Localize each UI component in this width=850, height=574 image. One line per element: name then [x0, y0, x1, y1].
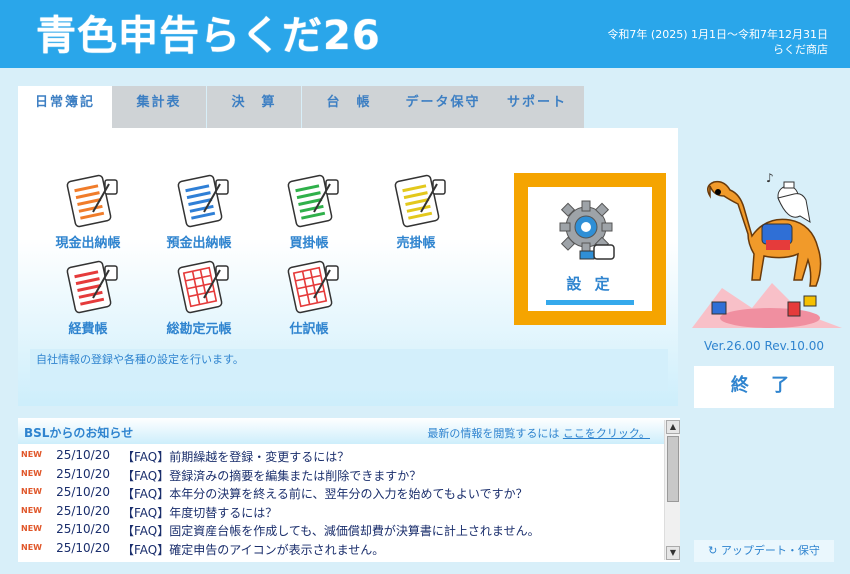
exit-button[interactable]: 終 了: [694, 366, 834, 408]
news-date: 25/10/20: [56, 466, 110, 481]
ledger-receivable[interactable]: 売掛帳: [366, 172, 466, 252]
daily-bookkeeping-panel: 現金出納帳 預金出納帳 買掛帳 売掛帳 経費帳 総勘定元帳 仕訳帳 設 定 自社…: [18, 128, 678, 406]
orange-ledger-icon: [66, 174, 118, 228]
ledger-cash[interactable]: 現金出納帳: [38, 172, 138, 252]
tab-daily-bookkeeping[interactable]: 日常簿記: [18, 86, 112, 128]
news-date: 25/10/20: [56, 485, 110, 499]
news-header: BSLからのお知らせ 最新の情報を閲覧するには ここをクリック。: [18, 418, 680, 444]
ledger-expenses[interactable]: 経費帳: [38, 258, 138, 338]
ledger-label: 経費帳: [68, 322, 108, 337]
company-name: らくだ商店: [773, 43, 828, 56]
news-scrollbar[interactable]: ▲ ▼: [664, 420, 680, 560]
ledger-journal[interactable]: 仕訳帳: [259, 258, 359, 338]
new-badge: NEW: [21, 468, 42, 478]
tab-support[interactable]: サポート: [490, 86, 584, 128]
ledger-label: 売掛帳: [396, 236, 436, 251]
news-list: NEW 25/10/20 【FAQ】前期繰越を登録・変更するには？ NEW 25…: [18, 446, 662, 557]
new-badge: NEW: [21, 524, 42, 533]
update-maintenance-button[interactable]: ↻ アップデート・保守: [694, 540, 834, 562]
news-text: 【FAQ】確定申告のアイコンが表示されません。: [122, 542, 385, 557]
news-text: 【FAQ】固定資産台帳を作成しても、減価償却費が決算書に計上されません。: [122, 524, 540, 538]
scroll-up-arrow-icon[interactable]: ▲: [666, 420, 680, 434]
news-item[interactable]: NEW 25/10/20 【FAQ】登録済みの摘要を編集または削除できますか？: [18, 465, 662, 484]
fiscal-period: 令和7年 (2025) 1月1日～令和7年12月31日 らくだ商店: [607, 27, 828, 57]
news-text: 【FAQ】登録済みの摘要を編集または削除できますか？: [122, 468, 422, 483]
scroll-down-arrow-icon[interactable]: ▼: [666, 546, 680, 560]
svg-text:♪: ♪: [766, 171, 774, 185]
new-badge: NEW: [21, 487, 42, 496]
ledger-label: 現金出納帳: [55, 236, 121, 251]
yellow-ledger-icon: [394, 174, 446, 228]
ledger-bank[interactable]: 預金出納帳: [149, 172, 249, 252]
tab-data-maintenance[interactable]: データ保守: [396, 86, 490, 128]
news-text: 【FAQ】年度切替するには？: [122, 505, 278, 520]
ledger-label: 仕訳帳: [289, 322, 329, 337]
new-badge: NEW: [21, 505, 42, 515]
scroll-thumb[interactable]: [667, 436, 679, 502]
ledger-label: 預金出納帳: [166, 236, 232, 251]
ledger-label: 買掛帳: [289, 236, 329, 251]
red-grid-ledger-icon: [177, 260, 229, 314]
app-header: 青色申告らくだ26 令和7年 (2025) 1月1日～令和7年12月31日 らく…: [0, 0, 850, 68]
news-date: 25/10/20: [56, 522, 110, 536]
red-ledger-icon: [66, 260, 118, 314]
app-logo: 青色申告らくだ26: [36, 13, 381, 59]
news-more-link[interactable]: ここをクリック。: [563, 427, 650, 440]
camel-icon: ♪: [692, 171, 842, 328]
settings-highlight-frame: 設 定: [514, 173, 666, 325]
news-more-info: 最新の情報を閲覧するには ここをクリック。: [427, 425, 650, 441]
settings-button[interactable]: 設 定: [528, 187, 652, 311]
settings-label: 設 定: [566, 275, 614, 293]
ledger-general[interactable]: 総勘定元帳: [149, 258, 249, 338]
settings-underline: [546, 300, 634, 305]
news-item[interactable]: NEW 25/10/20 【FAQ】前期繰越を登録・変更するには？: [18, 446, 662, 465]
news-item[interactable]: NEW 25/10/20 【FAQ】年度切替するには？: [18, 502, 662, 521]
news-title: BSLからのお知らせ: [24, 426, 134, 440]
red-grid-ledger-icon: [287, 260, 339, 314]
new-badge: NEW: [21, 450, 42, 459]
blue-ledger-icon: [177, 174, 229, 228]
tab-closing[interactable]: 決 算: [207, 86, 301, 128]
news-date: 25/10/20: [56, 503, 110, 518]
news-date: 25/10/20: [56, 540, 110, 555]
ledger-payable[interactable]: 買掛帳: [259, 172, 359, 252]
tab-ledgers[interactable]: 台 帳: [302, 86, 396, 128]
news-item[interactable]: NEW 25/10/20 【FAQ】固定資産台帳を作成しても、減価償却費が決算書…: [18, 520, 662, 539]
news-text: 【FAQ】本年分の決算を終える前に、翌年分の入力を始めてもよいですか？: [122, 487, 528, 501]
news-more-prefix: 最新の情報を閲覧するには: [427, 427, 560, 440]
ledger-label: 総勘定元帳: [166, 322, 232, 337]
version-text: Ver.26.00 Rev.10.00: [704, 339, 824, 353]
mascot-camel-image: ♪: [692, 168, 842, 333]
period-range: 令和7年 (2025) 1月1日～令和7年12月31日: [607, 28, 828, 41]
function-description: 自社情報の登録や各種の設定を行います。: [30, 349, 668, 391]
gear-icon: [559, 200, 615, 260]
news-date: 25/10/20: [56, 448, 110, 462]
green-ledger-icon: [287, 174, 339, 228]
new-badge: NEW: [21, 542, 42, 552]
news-text: 【FAQ】前期繰越を登録・変更するには？: [122, 450, 350, 464]
news-panel: BSLからのお知らせ 最新の情報を閲覧するには ここをクリック。 NEW 25/…: [18, 418, 680, 562]
tab-summary[interactable]: 集計表: [112, 86, 206, 128]
news-item[interactable]: NEW 25/10/20 【FAQ】本年分の決算を終える前に、翌年分の入力を始め…: [18, 483, 662, 502]
news-item[interactable]: NEW 25/10/20 【FAQ】確定申告のアイコンが表示されません。: [18, 539, 662, 558]
